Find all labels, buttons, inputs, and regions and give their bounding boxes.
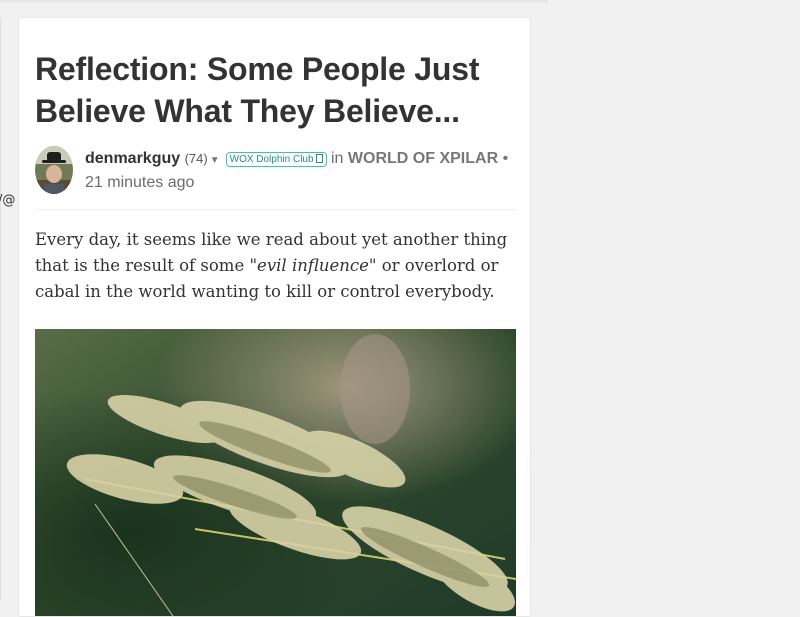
post-body: Every day, it seems like we read about y…: [35, 227, 519, 305]
post-card: Reflection: Some People Just Believe Wha…: [18, 17, 531, 617]
avatar-image: [35, 146, 73, 194]
sidebar-fragment-text: /@: [0, 193, 16, 208]
in-label: in: [331, 150, 344, 167]
avatar[interactable]: [35, 146, 73, 194]
divider: [35, 209, 516, 210]
author-name[interactable]: denmarkguy: [85, 150, 180, 167]
post-title: Reflection: Some People Just Believe Wha…: [35, 51, 480, 129]
post-timestamp[interactable]: 21 minutes ago: [85, 174, 194, 191]
author-reputation: (74): [184, 151, 208, 166]
meta-separator: •: [502, 150, 509, 167]
badge-label: WOX Dolphin Club: [229, 154, 314, 165]
body-emphasis: "evil influence": [249, 256, 377, 275]
community-link[interactable]: WORLD OF XPILAR: [348, 150, 498, 167]
left-sidebar-edge: [0, 18, 1, 600]
grass-photo: [35, 329, 516, 616]
community-badge[interactable]: WOX Dolphin Club: [225, 152, 327, 167]
post-byline: denmarkguy (74) ▼ WOX Dolphin Club in WORL…: [85, 148, 515, 194]
box-icon: [315, 154, 323, 163]
post-image[interactable]: [35, 329, 516, 616]
chevron-down-icon[interactable]: ▼: [210, 155, 220, 166]
topbar-shadow: [0, 0, 548, 4]
